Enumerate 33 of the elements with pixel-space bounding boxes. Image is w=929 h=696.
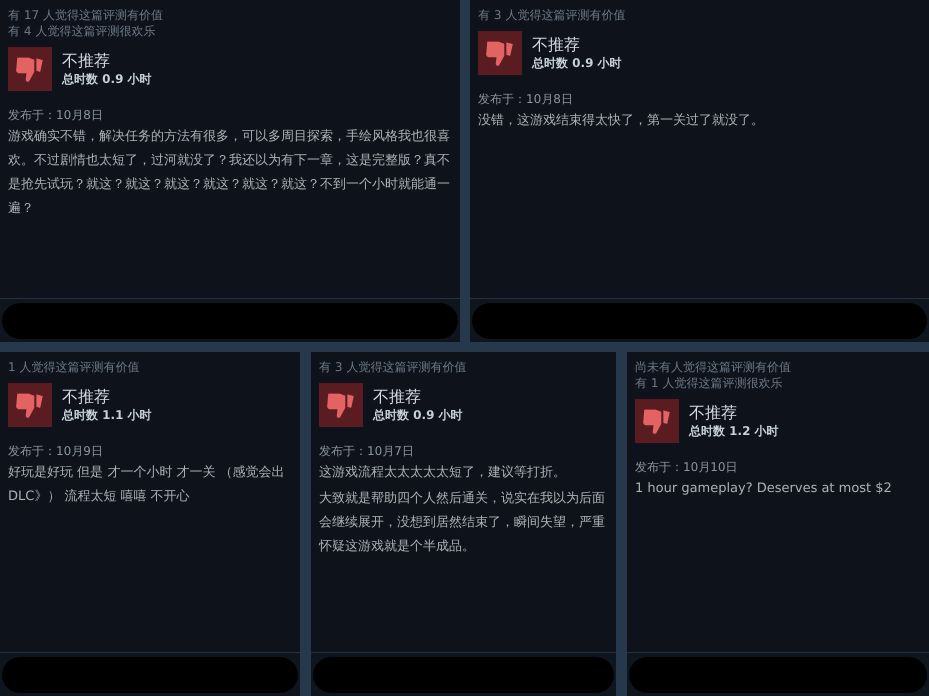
thumbs-down-icon: [8, 47, 52, 91]
helpful-count: 有 3 人觉得这篇评测有价值: [478, 7, 626, 23]
posted-date: 发布于：10月9日: [8, 443, 104, 459]
review-text: 这游戏流程太太太太太短了，建议等打折。: [319, 464, 567, 482]
review-verdict: 不推荐: [62, 387, 111, 407]
helpful-count: 有 3 人觉得这篇评测有价值: [319, 359, 468, 375]
review-text: 游戏确实不错，解决任务的方法有很多，可以多周目探索，手绘风格我也很喜欢。不过剧情也太短了，过河就没了？我还以为有下一章，这是完整版？真不是抢先试玩？就这？就这？就这？就这？就这？就这？不到一个小时就能通一遍？: [8, 128, 451, 218]
helpful-count: 1 人觉得这篇评测有价值: [8, 359, 140, 375]
playtime: 总时数 1.1 小时: [62, 407, 152, 423]
thumbs-down-icon: [319, 383, 363, 427]
review-verdict: 不推荐: [689, 403, 738, 423]
playtime: 总时数 1.2 小时: [689, 423, 779, 439]
thumbs-down-icon: [478, 31, 522, 75]
helpful-count: 尚未有人觉得这篇评测有价值: [635, 359, 792, 375]
review-verdict: 不推荐: [62, 51, 111, 71]
posted-date: 发布于：10月10日: [635, 459, 739, 475]
review-text: 1 hour gameplay? Deserves at most $2: [635, 480, 893, 498]
review-verdict: 不推荐: [532, 35, 581, 55]
helpful-count: 有 17 人觉得这篇评测有价值: [8, 7, 164, 23]
playtime: 总时数 0.9 小时: [62, 71, 152, 87]
posted-date: 发布于：10月8日: [8, 107, 104, 123]
helpful-count: 有 4 人觉得这篇评测很欢乐: [8, 23, 156, 39]
thumbs-down-icon: [635, 399, 679, 443]
review-text: 大致就是帮助四个人然后通关，说实在我以为后面会继续展开，没想到居然结束了，瞬间失望，严重怀疑这游戏就是个半成品。: [319, 490, 606, 556]
review-text: 没错，这游戏结束得太快了，第一关过了就没了。: [478, 112, 765, 130]
review-verdict: 不推荐: [373, 387, 422, 407]
posted-date: 发布于：10月8日: [478, 91, 574, 107]
review-text: 好玩是好玩 但是 才一个小时 才一关 （感觉会出DLC》） 流程太短 嘻嘻 不开心: [8, 464, 286, 506]
posted-date: 发布于：10月7日: [319, 443, 415, 459]
playtime: 总时数 0.9 小时: [373, 407, 463, 423]
thumbs-down-icon: [8, 383, 52, 427]
playtime: 总时数 0.9 小时: [532, 55, 622, 71]
helpful-count: 有 1 人觉得这篇评测很欢乐: [635, 375, 784, 391]
